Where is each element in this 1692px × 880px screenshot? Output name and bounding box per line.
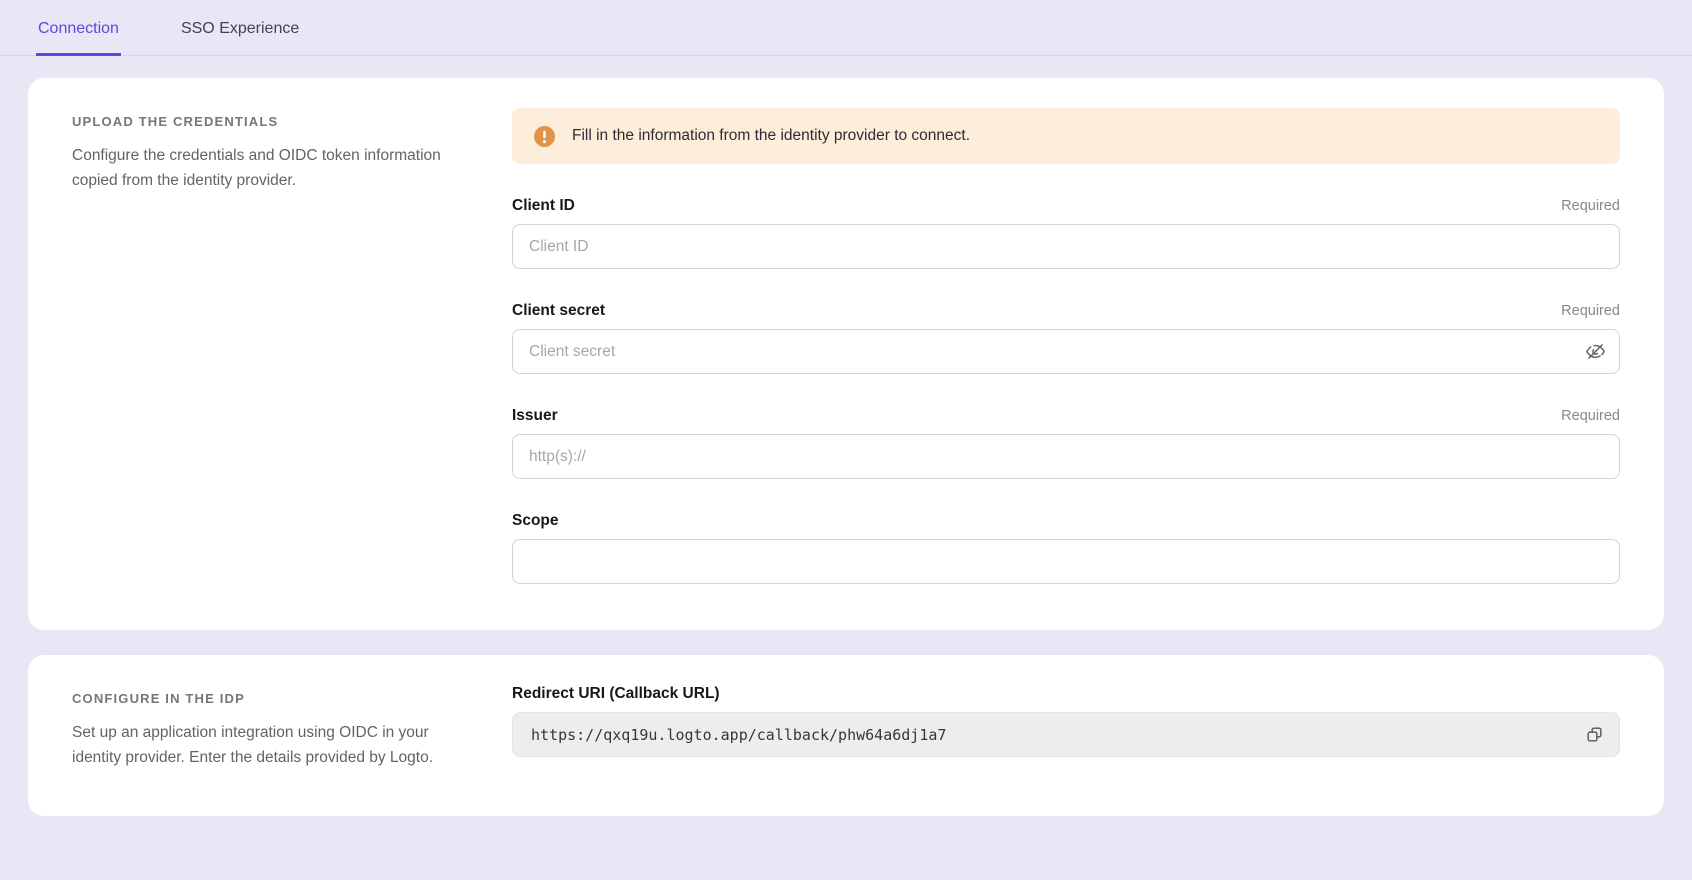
credentials-card-description-column: UPLOAD THE CREDENTIALS Configure the cre…	[72, 108, 512, 193]
issuer-input[interactable]	[512, 434, 1620, 479]
field-issuer-head: Issuer Required	[512, 407, 1620, 425]
alert-circle-icon	[534, 126, 555, 147]
field-client-id-head: Client ID Required	[512, 197, 1620, 215]
credentials-card-form-column: Fill in the information from the identit…	[512, 108, 1620, 584]
field-issuer: Issuer Required	[512, 407, 1620, 479]
field-redirect-uri-head: Redirect URI (Callback URL)	[512, 685, 1620, 703]
field-client-id: Client ID Required	[512, 197, 1620, 269]
client-id-label: Client ID	[512, 197, 575, 215]
scope-label: Scope	[512, 512, 559, 530]
alert-text: Fill in the information from the identit…	[572, 127, 970, 145]
field-scope: Scope	[512, 512, 1620, 584]
toggle-secret-visibility-button[interactable]	[1578, 335, 1612, 369]
tab-sso-experience[interactable]: SSO Experience	[179, 19, 301, 56]
idp-card-form-column: Redirect URI (Callback URL) https://qxq1…	[512, 685, 1620, 757]
eye-slash-icon	[1585, 341, 1606, 362]
client-id-input-wrap	[512, 224, 1620, 269]
scope-input-wrap	[512, 539, 1620, 584]
client-secret-required-tag: Required	[1561, 303, 1620, 319]
idp-section-title: CONFIGURE IN THE IDP	[72, 691, 482, 706]
client-id-input[interactable]	[512, 224, 1620, 269]
page-content: UPLOAD THE CREDENTIALS Configure the cre…	[0, 56, 1692, 816]
issuer-label: Issuer	[512, 407, 558, 425]
credentials-card: UPLOAD THE CREDENTIALS Configure the cre…	[28, 78, 1664, 630]
scope-input[interactable]	[512, 539, 1620, 584]
redirect-uri-value: https://qxq19u.logto.app/callback/phw64a…	[531, 726, 1577, 744]
field-redirect-uri: Redirect URI (Callback URL) https://qxq1…	[512, 685, 1620, 757]
tab-connection[interactable]: Connection	[36, 19, 121, 56]
redirect-uri-readonly-field: https://qxq19u.logto.app/callback/phw64a…	[512, 712, 1620, 757]
idp-section-description: Set up an application integration using …	[72, 720, 482, 770]
issuer-required-tag: Required	[1561, 408, 1620, 424]
field-scope-head: Scope	[512, 512, 1620, 530]
credentials-section-title: UPLOAD THE CREDENTIALS	[72, 114, 482, 129]
idp-card: CONFIGURE IN THE IDP Set up an applicati…	[28, 655, 1664, 816]
redirect-uri-label: Redirect URI (Callback URL)	[512, 685, 720, 703]
info-alert-banner: Fill in the information from the identit…	[512, 108, 1620, 164]
client-secret-input[interactable]	[512, 329, 1620, 374]
issuer-input-wrap	[512, 434, 1620, 479]
client-secret-input-wrap	[512, 329, 1620, 374]
client-id-required-tag: Required	[1561, 198, 1620, 214]
copy-icon	[1585, 725, 1604, 744]
idp-card-description-column: CONFIGURE IN THE IDP Set up an applicati…	[72, 685, 512, 770]
credentials-section-description: Configure the credentials and OIDC token…	[72, 143, 482, 193]
tab-bar: Connection SSO Experience	[0, 0, 1692, 56]
field-client-secret: Client secret Required	[512, 302, 1620, 374]
copy-redirect-uri-button[interactable]	[1577, 718, 1611, 752]
client-secret-label: Client secret	[512, 302, 605, 320]
field-client-secret-head: Client secret Required	[512, 302, 1620, 320]
